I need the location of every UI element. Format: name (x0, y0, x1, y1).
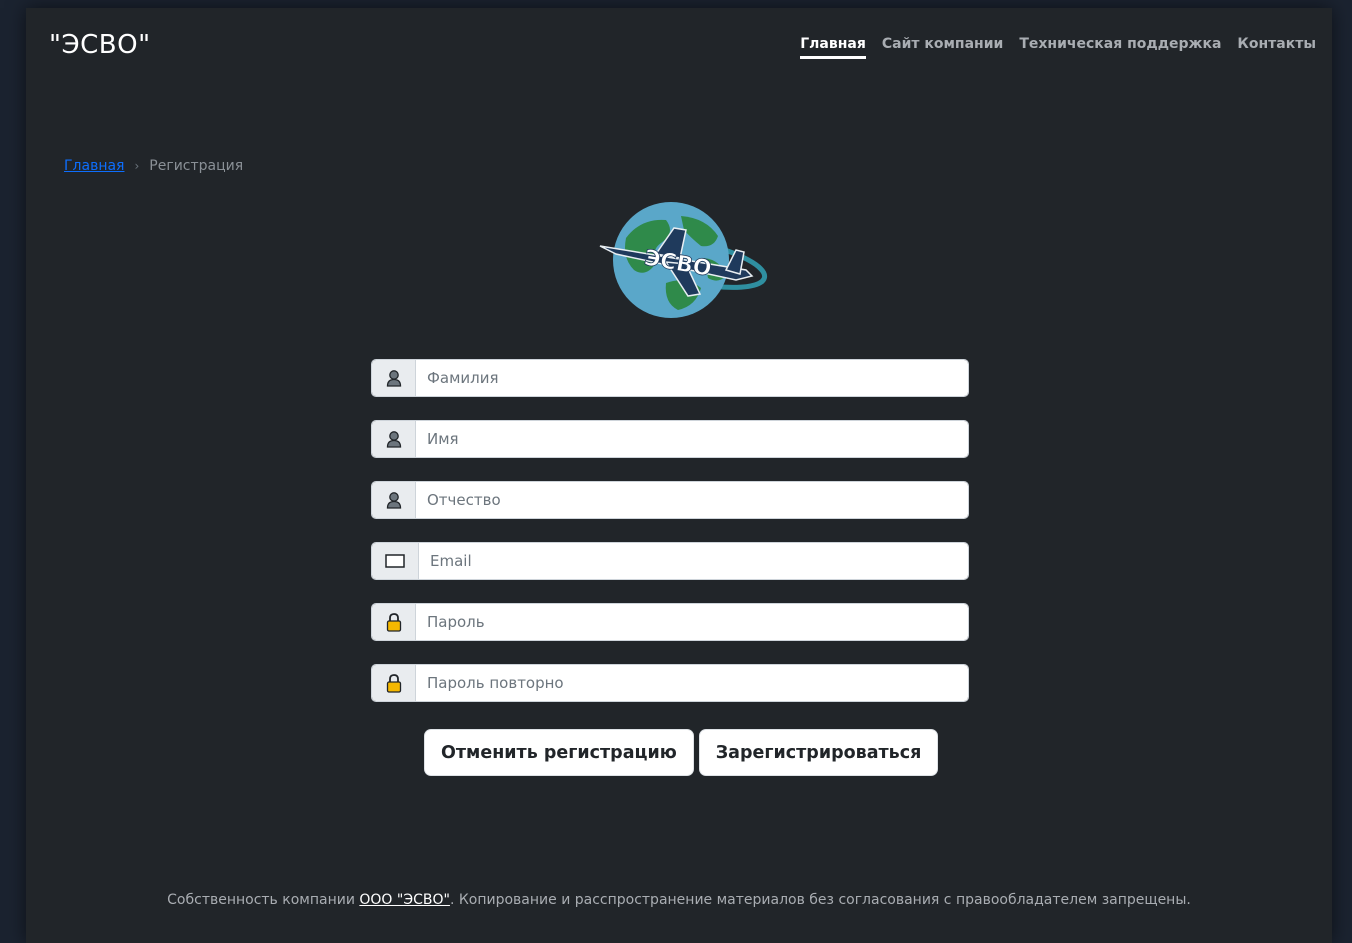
surname-field-group (371, 359, 969, 397)
patronymic-field-group (371, 481, 969, 519)
surname-input[interactable] (416, 360, 968, 396)
brand-logo-text[interactable]: "ЭСВО" (49, 30, 151, 60)
breadcrumb-current: Регистрация (149, 158, 244, 174)
nav-link-home[interactable]: Главная (800, 36, 866, 59)
nav-link-company-site[interactable]: Сайт компании (882, 36, 1004, 59)
lock-icon (372, 665, 416, 701)
email-input[interactable] (419, 543, 968, 579)
password-field-group (371, 603, 969, 641)
email-icon (372, 543, 419, 579)
user-icon (372, 360, 416, 396)
page-frame: "ЭСВО" Главная Сайт компании Техническая… (26, 8, 1332, 943)
patronymic-input[interactable] (416, 482, 968, 518)
name-field-group (371, 420, 969, 458)
breadcrumb-home-link[interactable]: Главная (64, 158, 124, 174)
password-repeat-input[interactable] (416, 665, 968, 701)
email-field-group (371, 542, 969, 580)
footer-suffix: . Копирование и расспространение материа… (449, 892, 1191, 908)
company-logo: ЭСВО (596, 188, 768, 318)
register-button[interactable]: Зарегистрироваться (698, 729, 939, 776)
registration-form (371, 359, 969, 725)
breadcrumb-separator: › (134, 159, 140, 173)
footer: Собственность компании ООО "ЭСВО". Копир… (26, 892, 1332, 908)
user-icon (372, 421, 416, 457)
password-repeat-field-group (371, 664, 969, 702)
main-nav: Главная Сайт компании Техническая поддер… (800, 36, 1316, 59)
breadcrumb: Главная › Регистрация (64, 158, 243, 174)
footer-prefix: Собственность компании (167, 892, 360, 908)
nav-link-contacts[interactable]: Контакты (1237, 36, 1316, 59)
user-icon (372, 482, 416, 518)
cancel-registration-button[interactable]: Отменить регистрацию (424, 729, 694, 776)
password-input[interactable] (416, 604, 968, 640)
nav-link-support[interactable]: Техническая поддержка (1019, 36, 1221, 59)
globe-airplane-logo-icon: ЭСВО (599, 202, 768, 318)
form-buttons: Отменить регистрацию Зарегистрироваться (424, 729, 939, 776)
name-input[interactable] (416, 421, 968, 457)
lock-icon (372, 604, 416, 640)
footer-company-link[interactable]: ООО "ЭСВО" (359, 892, 450, 908)
